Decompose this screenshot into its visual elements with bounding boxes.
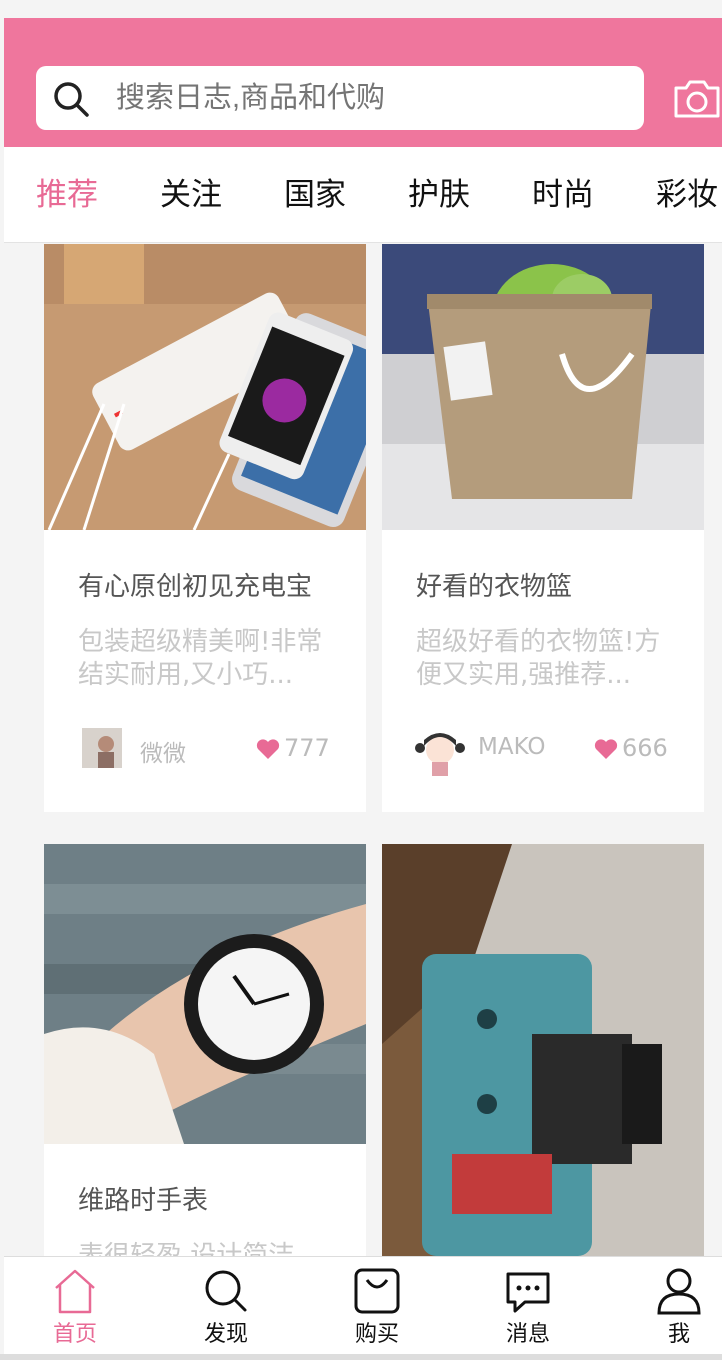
card-title: 有心原创初见充电宝 [78,572,313,602]
tab-label: 购买 [354,1322,399,1347]
feed-card[interactable] [382,844,704,1256]
tab-home[interactable]: 首页 [20,1257,130,1355]
search-input[interactable] [116,66,616,130]
tab-label: 发现 [203,1322,248,1347]
discover-icon [205,1270,247,1312]
tab-label: 消息 [505,1322,550,1347]
camera-icon[interactable] [672,72,722,122]
tab-discover[interactable]: 发现 [171,1257,281,1355]
message-icon [506,1272,550,1313]
tab-buy[interactable]: 购买 [322,1257,432,1355]
username[interactable]: MAKO [478,734,546,760]
product-image-camera [382,844,704,1256]
card-title: 好看的衣物篮 [416,572,573,602]
search-icon [54,82,89,117]
tab-makeup[interactable]: 彩妆 [656,147,718,242]
card-description: 超级好看的衣物篮!方便又实用,强推荐... [416,627,661,690]
avatar [414,726,466,778]
tab-label: 首页 [52,1322,97,1347]
tab-recommend[interactable]: 推荐 [36,147,98,242]
tab-skincare[interactable]: 护肤 [408,147,470,242]
home-icon [55,1269,95,1314]
heart-icon[interactable] [594,738,618,760]
tab-me[interactable]: 我 [624,1257,722,1355]
username[interactable]: 微微 [140,734,186,768]
tab-follow[interactable]: 关注 [160,147,222,242]
product-image-powerbank [44,244,366,530]
heart-icon[interactable] [256,738,280,760]
feed-card[interactable]: 有心原创初见充电宝 包装超级精美啊!非常结实耐用,又小巧... 微微 777 [44,244,366,812]
feed-card[interactable]: 好看的衣物篮 超级好看的衣物篮!方便又实用,强推荐... MAKO 666 [382,244,704,812]
tab-fashion[interactable]: 时尚 [532,147,594,242]
like-count: 777 [284,734,330,762]
tab-country[interactable]: 国家 [284,147,346,242]
card-description: 表很轻盈,设计简洁 [78,1241,295,1256]
card-description: 包装超级精美啊!非常结实耐用,又小巧... [78,627,323,690]
card-title: 维路时手表 [78,1186,209,1216]
user-icon [657,1268,701,1315]
product-image-basket [382,244,704,530]
like-count: 666 [622,734,668,762]
category-tabs: 推荐 关注 国家 护肤 时尚 彩妆 [4,147,722,243]
status-gap [0,0,722,18]
feed-card[interactable]: 维路时手表 表很轻盈,设计简洁 [44,844,366,1256]
tab-label: 我 [667,1322,690,1347]
bottom-edge [0,1354,722,1360]
bottom-tab-bar: 首页 发现 购买 消息 我 [4,1256,722,1354]
product-image-watch [44,844,366,1144]
bag-icon [354,1268,400,1314]
avatar [82,728,122,768]
tab-messages[interactable]: 消息 [473,1257,583,1355]
